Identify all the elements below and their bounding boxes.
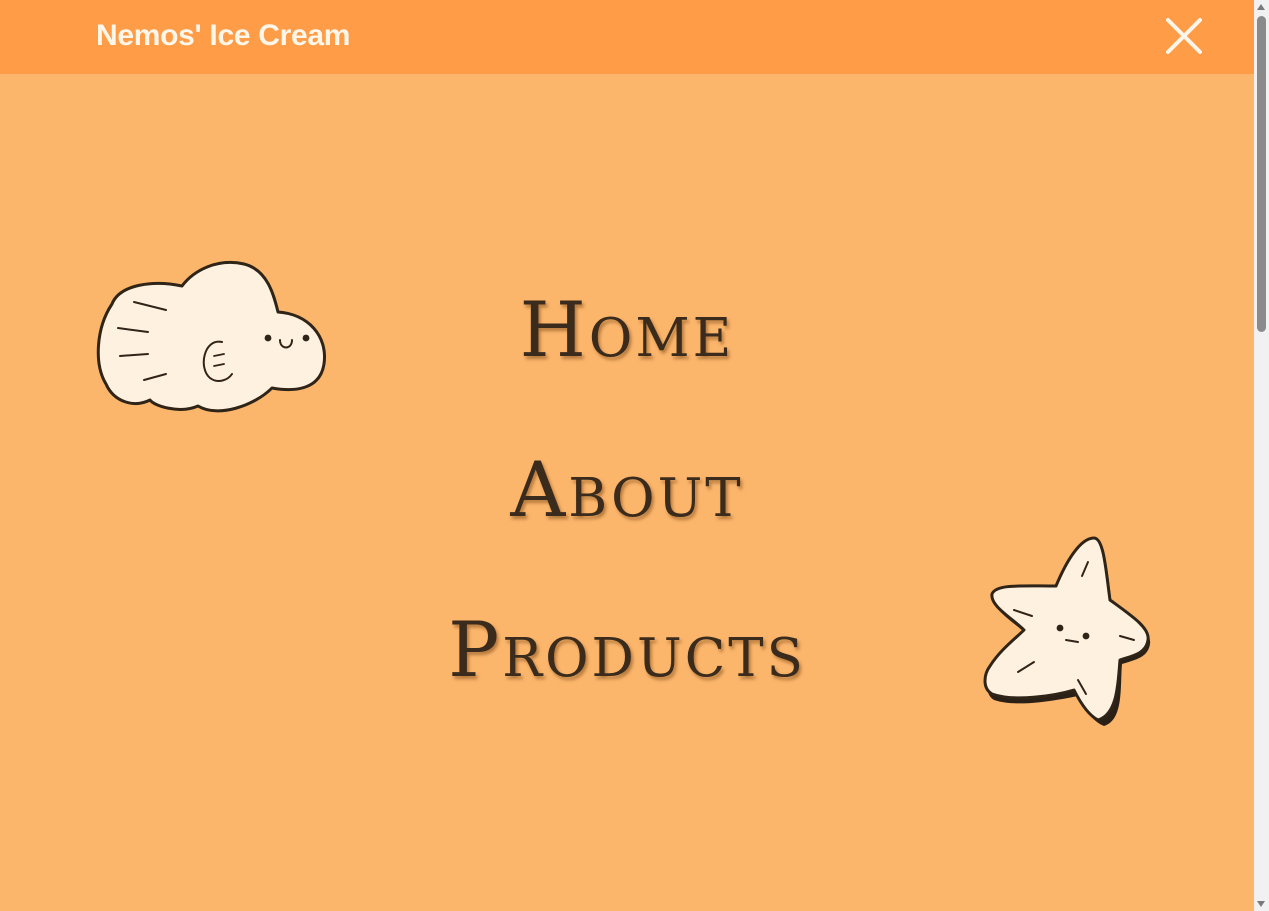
nav-link-about[interactable]: About <box>0 450 1254 530</box>
top-bar: Nemos' Ice Cream <box>0 0 1254 74</box>
close-icon <box>1166 18 1202 54</box>
scroll-down-arrow-icon[interactable] <box>1257 901 1265 907</box>
scroll-up-arrow-icon[interactable] <box>1257 4 1265 10</box>
menu-overlay-page: Nemos' Ice Cream Home About Products <box>0 0 1269 911</box>
starfish-illustration-icon <box>983 536 1151 726</box>
fish-illustration-icon <box>96 261 326 413</box>
close-menu-button[interactable] <box>1162 14 1206 58</box>
scrollbar-thumb[interactable] <box>1257 16 1266 332</box>
vertical-scrollbar[interactable] <box>1254 0 1269 911</box>
main-navigation-menu: Home About Products <box>0 74 1254 911</box>
brand-name[interactable]: Nemos' Ice Cream <box>96 18 350 54</box>
